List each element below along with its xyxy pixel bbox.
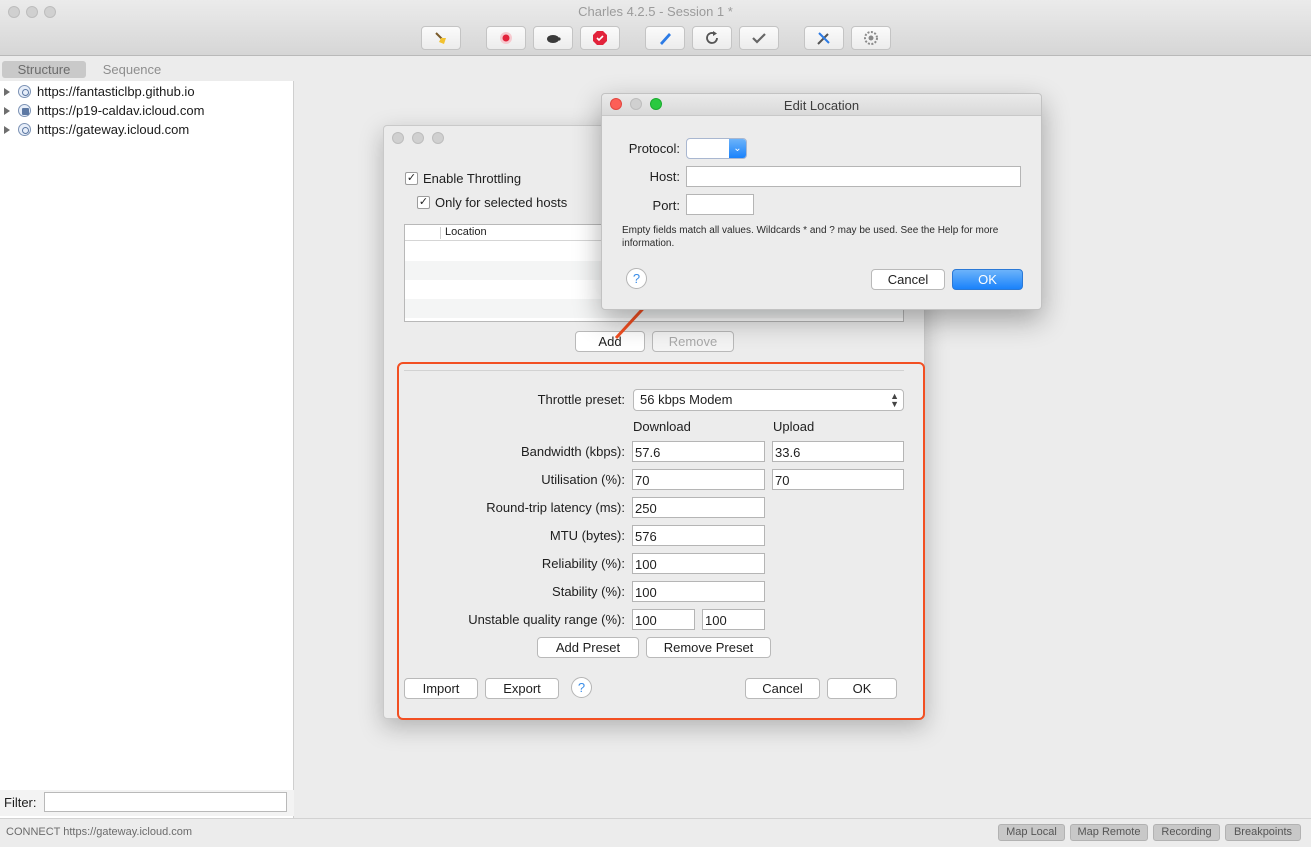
dialog-minimize-button[interactable] [412, 132, 424, 144]
compose-pen-icon [660, 33, 671, 45]
location-column-header[interactable]: Location [445, 226, 487, 238]
wildcard-help-note: Empty fields match all values. Wildcards… [622, 225, 999, 249]
structure-sidebar: Structure Sequence https://fantasticlbp.… [0, 56, 294, 818]
record-icon [500, 32, 512, 44]
recording-toggle[interactable]: Recording [1153, 824, 1220, 841]
dialog-close-button[interactable] [392, 132, 404, 144]
breakpoints-toggle[interactable]: Breakpoints [1225, 824, 1301, 841]
stop-breakpoints-icon [593, 31, 607, 45]
cancel-button[interactable]: Cancel [871, 269, 945, 290]
help-icon[interactable]: ? [626, 268, 647, 289]
chevron-down-icon: ⌄ [729, 139, 746, 158]
globe-icon [18, 85, 31, 98]
validate-check-icon [752, 33, 766, 44]
dialog-zoom-button[interactable] [432, 132, 444, 144]
ok-button[interactable]: OK [952, 269, 1023, 290]
broom-icon [435, 32, 446, 44]
filter-label: Filter: [4, 795, 37, 810]
only-selected-hosts-checkbox[interactable]: ✓ Only for selected hosts [417, 195, 567, 210]
record-button[interactable] [486, 26, 526, 50]
globe-icon [18, 123, 31, 136]
clear-session-button[interactable] [421, 26, 461, 50]
throttle-button[interactable] [533, 26, 573, 50]
locked-host-icon [18, 104, 31, 117]
enable-throttling-label: Enable Throttling [423, 171, 522, 186]
tools-icon [817, 32, 830, 45]
disclosure-triangle-icon[interactable] [4, 87, 10, 96]
validate-button[interactable] [739, 26, 779, 50]
filter-input[interactable] [44, 792, 287, 812]
port-label: Port: [652, 198, 680, 213]
port-field[interactable] [686, 194, 754, 215]
host-url: https://p19-caldav.icloud.com [37, 103, 205, 118]
tools-button[interactable] [804, 26, 844, 50]
tab-structure[interactable]: Structure [2, 61, 86, 78]
column-separator [440, 227, 441, 239]
disclosure-triangle-icon[interactable] [4, 106, 10, 115]
only-selected-hosts-label: Only for selected hosts [435, 195, 568, 210]
map-remote-toggle[interactable]: Map Remote [1070, 824, 1148, 841]
checkmark-icon: ✓ [405, 172, 418, 185]
tab-sequence[interactable]: Sequence [90, 61, 174, 78]
protocol-label: Protocol: [628, 141, 680, 156]
host-field[interactable] [686, 166, 1021, 187]
breakpoints-button[interactable] [580, 26, 620, 50]
disclosure-triangle-icon[interactable] [4, 125, 10, 134]
view-segmented-control: Structure Sequence [0, 56, 294, 81]
protocol-select[interactable]: ⌄ [686, 138, 747, 159]
settings-button[interactable] [851, 26, 891, 50]
host-tree-row[interactable]: https://gateway.icloud.com [0, 120, 294, 139]
host-url: https://fantasticlbp.github.io [37, 84, 195, 99]
host-tree-row[interactable]: https://fantasticlbp.github.io [0, 82, 294, 101]
window-titlebar: Charles 4.2.5 - Session 1 * [0, 0, 1311, 56]
edit-location-dialog: Edit Location Protocol: ⌄ Host: Port: Em… [601, 93, 1042, 310]
window-title: Charles 4.2.5 - Session 1 * [578, 4, 733, 19]
repeat-button[interactable] [692, 26, 732, 50]
turtle-throttle-icon [547, 35, 561, 43]
compose-button[interactable] [645, 26, 685, 50]
host-url: https://gateway.icloud.com [37, 122, 190, 137]
host-label: Host: [649, 169, 680, 184]
host-tree-row[interactable]: https://p19-caldav.icloud.com [0, 101, 294, 120]
edit-location-title: Edit Location [783, 98, 860, 113]
repeat-icon [706, 31, 718, 44]
status-bar: CONNECT https://gateway.icloud.com Map L… [0, 818, 1311, 847]
status-text: CONNECT https://gateway.icloud.com [6, 826, 193, 838]
checkmark-icon: ✓ [417, 196, 430, 209]
edit-location-titlebar: Edit Location [602, 94, 1041, 116]
settings-gear-icon [864, 31, 878, 45]
highlight-annotation-box [397, 362, 925, 720]
filter-bar: Filter: [0, 790, 294, 816]
map-local-toggle[interactable]: Map Local [998, 824, 1065, 841]
enable-throttling-checkbox[interactable]: ✓ Enable Throttling [405, 171, 521, 186]
